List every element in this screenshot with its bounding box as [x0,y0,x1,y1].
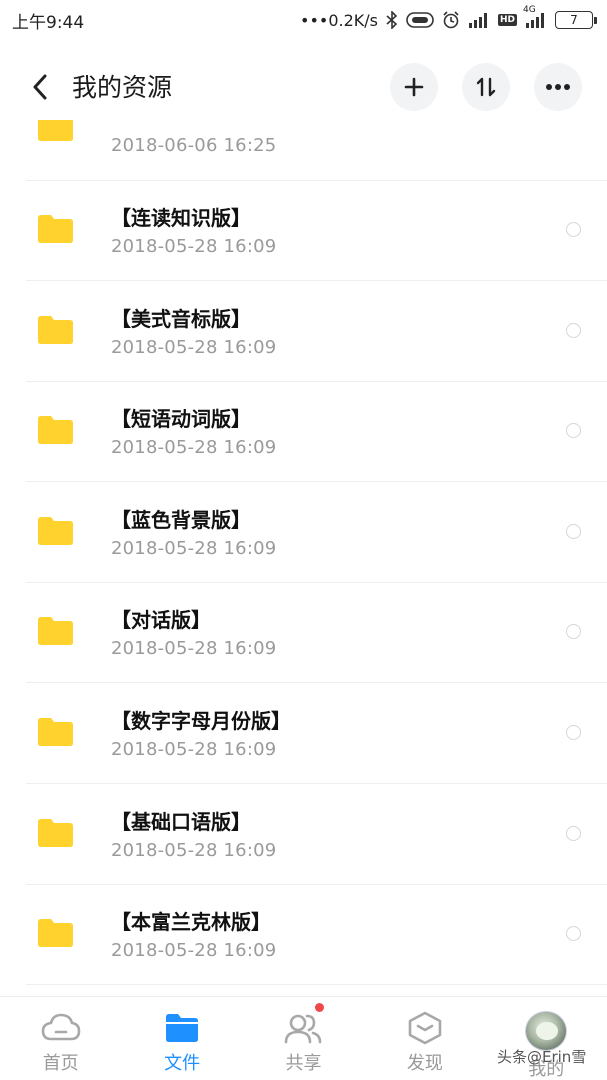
network-speed: •••0.2K/s [300,10,378,30]
file-name: 【数字字母月份版】 [111,709,291,733]
file-item[interactable]: 【短语动词版】 2018-05-28 16:09 [0,381,607,482]
select-checkbox[interactable] [566,222,581,237]
file-date: 2018-05-28 16:09 [111,236,277,257]
file-name: 【基础口语版】 [111,810,251,834]
watermark: 头条@Erin雪 [497,1048,587,1066]
nav-discover[interactable]: 发现 [364,997,485,1080]
select-checkbox[interactable] [566,725,581,740]
plus-icon [404,77,424,97]
nav-discover-label: 发现 [406,1053,443,1074]
file-date: 2018-05-28 16:09 [111,739,277,760]
nav-mine[interactable]: 我的 [486,997,607,1080]
status-time: 上午9:44 [12,12,85,33]
folder-icon [38,819,73,847]
file-list: 2018-06-06 16:25 【连读知识版】 2018-05-28 16:0… [0,120,607,996]
add-button[interactable] [390,63,438,111]
sort-button[interactable] [462,63,510,111]
folder-icon [38,316,73,344]
cube-icon [408,1011,442,1045]
file-date: 2018-05-28 16:09 [111,538,277,559]
file-item[interactable]: 【蓝色背景版】 2018-05-28 16:09 [0,482,607,583]
file-date: 2018-05-28 16:09 [111,940,277,961]
nav-home-label: 首页 [42,1053,79,1074]
file-date: 2018-06-06 16:25 [111,135,277,156]
more-button[interactable] [534,63,582,111]
file-item[interactable]: 【对话版】 2018-05-28 16:09 [0,582,607,683]
folder-icon [166,1014,199,1042]
file-name: 【对话版】 [111,608,211,632]
file-item[interactable]: 【连读知识版】 2018-05-28 16:09 [0,180,607,281]
nav-home[interactable]: 首页 [0,997,121,1080]
notification-dot [314,1003,324,1012]
folder-icon [38,517,73,545]
file-name: 【蓝色背景版】 [111,508,251,532]
cloud-icon [41,1013,80,1041]
page-title: 我的资源 [72,73,173,102]
toggle-icon [406,12,434,28]
signal-4g-icon: 4G [523,5,547,28]
nav-share-label: 共享 [285,1053,322,1074]
folder-icon [38,617,73,645]
file-item[interactable]: 【本富兰克林版】 2018-05-28 16:09 [0,884,607,985]
select-checkbox[interactable] [566,926,581,941]
battery-level: 7 [570,13,578,27]
file-date: 2018-05-28 16:09 [111,840,277,861]
more-icon [546,84,570,90]
file-date: 2018-05-28 16:09 [111,337,277,358]
bluetooth-icon [386,11,398,29]
select-checkbox[interactable] [566,323,581,338]
folder-icon [38,120,73,141]
folder-icon [38,416,73,444]
battery-icon: 7 [555,11,597,29]
file-name: 【美式音标版】 [111,307,251,331]
file-name: 【短语动词版】 [111,407,251,431]
hd-badge: HD [497,14,517,26]
folder-icon [38,718,73,746]
file-item[interactable]: 【数字字母月份版】 2018-05-28 16:09 [0,683,607,784]
divider [26,984,607,985]
nav-files[interactable]: 文件 [121,997,242,1080]
file-item[interactable]: 【美式音标版】 2018-05-28 16:09 [0,281,607,382]
alarm-icon [442,11,460,29]
signal-icon [468,12,490,28]
people-icon [285,1014,322,1044]
status-icons: •••0.2K/s HD 4G 7 [300,5,597,30]
chevron-left-icon [33,74,47,100]
select-checkbox[interactable] [566,524,581,539]
network-type: 4G [523,5,536,15]
file-item[interactable]: 【基础口语版】 2018-05-28 16:09 [0,784,607,885]
folder-icon [38,919,73,947]
bottom-nav: 首页 文件 共享 发现 我的 [0,996,607,1080]
header: 我的资源 [0,54,607,120]
select-checkbox[interactable] [566,423,581,438]
file-item[interactable]: 2018-06-06 16:25 [0,120,607,181]
file-date: 2018-05-28 16:09 [111,437,277,458]
file-name: 【本富兰克林版】 [111,910,271,934]
select-checkbox[interactable] [566,826,581,841]
back-button[interactable] [26,72,54,102]
file-name: 【连读知识版】 [111,206,251,230]
status-bar: 上午9:44 •••0.2K/s HD 4G 7 [0,0,607,40]
select-checkbox[interactable] [566,624,581,639]
sort-icon [476,77,496,97]
file-date: 2018-05-28 16:09 [111,638,277,659]
nav-share[interactable]: 共享 [243,997,364,1080]
nav-files-label: 文件 [164,1053,201,1074]
avatar [525,1011,568,1051]
folder-icon [38,215,73,243]
